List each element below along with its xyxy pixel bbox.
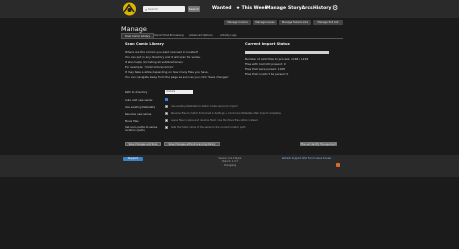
status-line: Files with ComicID present: 0	[245, 62, 286, 66]
metadata-checkbox[interactable]	[165, 105, 168, 108]
scan-text-line: For example: '/mnt/comics/comics'	[125, 65, 174, 69]
nav-wanted[interactable]: Wanted	[212, 5, 231, 13]
import-progress-bar	[245, 51, 329, 54]
status-line: Files that were parsed: 1168	[245, 67, 285, 71]
save-and-scan-button[interactable]: Save Changes and Scan	[125, 142, 161, 146]
scan-text-line: Where are the comics you want scanned in…	[125, 50, 199, 54]
nav-this-week[interactable]: ★ This Week	[236, 5, 268, 13]
scan-text-line: You can navigate away from the page as s…	[125, 75, 229, 79]
nav-this-week-label: This Week	[241, 6, 268, 11]
search-input[interactable]: Search	[143, 6, 185, 12]
scan-paths-note: Sets the folder name of the series to th…	[171, 126, 246, 129]
rss-icon[interactable]	[336, 163, 340, 167]
move-checkbox[interactable]	[165, 119, 168, 122]
field-label-metadata: Use existing Metadata	[125, 105, 156, 109]
scan-text-line: It also helps (including all subdirector…	[125, 60, 184, 64]
path-input[interactable]: /comics	[165, 90, 193, 94]
tab-bar: Scan Comic Library Import Post-Processin…	[121, 33, 343, 39]
subnav-manage-issues[interactable]: Manage Issues	[253, 20, 277, 25]
field-label-scan-paths: Set scan paths to series location (path)	[125, 125, 158, 133]
subnav-manage-failed-links[interactable]: Manage Failed Links	[279, 20, 311, 25]
tab-advanced-options[interactable]: Advanced Options	[186, 33, 216, 38]
search-button[interactable]: Search	[188, 6, 200, 12]
version-info: Version: 0.4.3-Mylar Branch: 1.3.3 Chang…	[200, 157, 260, 167]
support-button[interactable]: Support	[123, 157, 143, 161]
rename-note: Rename files to match format set in Sett…	[171, 112, 281, 115]
settings-gear-icon[interactable]: ⚙	[332, 4, 338, 12]
changelog-link[interactable]: Changelog	[200, 164, 260, 167]
move-note: Leave files in place and rename them. Us…	[171, 119, 259, 122]
field-label-move: Move files	[125, 119, 139, 123]
tab-scan-comic-library[interactable]: Scan Comic Library	[121, 33, 155, 38]
save-without-scan-button[interactable]: Save Changes without scanning library	[164, 142, 220, 146]
manual-identify-button[interactable]: Manual Identify Management	[300, 142, 337, 146]
scan-text-line: It may take a while depending on how man…	[125, 70, 209, 74]
app-logo-icon[interactable]	[121, 2, 138, 16]
metadata-note: Use existing Metadata to better locate s…	[171, 105, 238, 108]
scan-paths-checkbox[interactable]	[165, 126, 168, 129]
status-line: Files that couldn't be parsed: 0	[245, 72, 289, 76]
page-title: Manage	[121, 25, 147, 33]
path-label: Path to directory	[125, 90, 148, 94]
status-line: Number of valid files to process: 1168 /…	[245, 57, 309, 61]
auto-add-checkbox[interactable]	[165, 98, 168, 101]
search-icon: ⌕	[145, 7, 148, 12]
nav-manage[interactable]: Manage	[266, 5, 286, 13]
footer-links[interactable]: Refresh Support Wiki Forum Issue tracker	[282, 157, 332, 160]
subnav-manage-pull-list[interactable]: Manage Pull List	[313, 20, 343, 25]
field-label-rename: Rename new series	[125, 112, 152, 116]
nav-history[interactable]: History	[313, 5, 331, 13]
field-label-auto-add: Auto add new series	[125, 98, 153, 102]
nav-storyarcs[interactable]: StoryArcs	[288, 5, 313, 13]
tab-activity-logs[interactable]: Activity Logs	[217, 33, 240, 38]
scan-heading: Scan Comic Library	[125, 42, 164, 46]
import-progress-fill	[245, 51, 329, 54]
subnav-manage-comics[interactable]: Manage Comics	[224, 20, 251, 25]
rename-checkbox[interactable]	[165, 112, 168, 115]
tab-import-post-processing[interactable]: Import Post-Processing	[151, 33, 187, 38]
scan-text-line: You can put in any directory and it will…	[125, 55, 201, 59]
import-status-heading: Current Import Status	[245, 42, 290, 46]
